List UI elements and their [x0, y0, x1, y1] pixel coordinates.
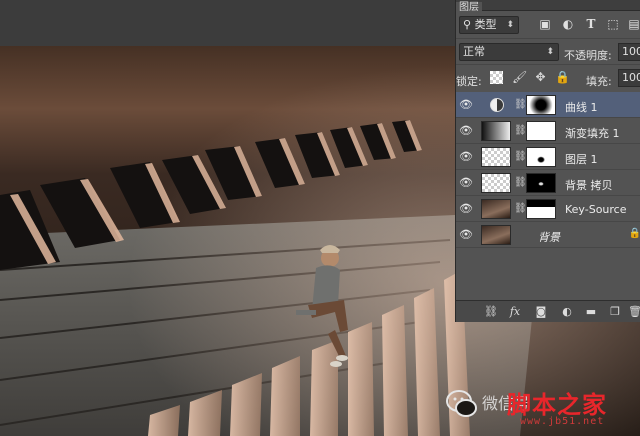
fill-label: 填充:: [586, 75, 612, 88]
lock-icon: 🔒: [628, 228, 640, 239]
chain-link-icon[interactable]: ⛓: [514, 125, 527, 136]
new-group-icon[interactable]: ▬: [584, 305, 598, 319]
filter-kind-label: 类型: [474, 18, 497, 31]
blend-mode-value: 正常: [463, 45, 485, 58]
options-bar-background: [0, 0, 455, 46]
layer-name: 曲线 1: [565, 101, 598, 114]
layer-thumbnail[interactable]: [481, 173, 511, 193]
lock-position-icon[interactable]: ✥: [534, 71, 547, 84]
blend-mode-select[interactable]: 正常 ⬍: [459, 43, 559, 61]
layers-panel-footer: ⛓ fx ◙ ◐ ▬ ❐ 🗑: [456, 300, 640, 322]
shape-filter-icon[interactable]: ⬚: [606, 17, 620, 31]
eye-icon[interactable]: 👁: [459, 98, 473, 112]
layer-thumbnail[interactable]: [481, 199, 511, 219]
chevron-down-icon: ⬍: [506, 20, 514, 30]
eye-icon[interactable]: 👁: [459, 150, 473, 164]
layer-name: 背景: [538, 231, 560, 244]
eye-icon[interactable]: 👁: [459, 228, 473, 242]
fx-icon[interactable]: fx: [508, 305, 522, 319]
image-filter-icon[interactable]: ▣: [538, 17, 552, 31]
chevron-down-icon: ⬍: [546, 47, 554, 57]
delete-layer-icon[interactable]: 🗑: [628, 305, 640, 319]
layers-panel[interactable]: 图层 ⚲ 类型 ⬍ ▣ ◐ T ⬚ ▤ 正常 ⬍ 不透明度: 100 锁定: 🖌…: [455, 0, 640, 322]
blend-row: 正常 ⬍ 不透明度: 100: [456, 38, 640, 64]
layer-row-layer1[interactable]: 👁 ⛓ 图层 1: [456, 144, 640, 170]
type-filter-icon[interactable]: T: [584, 17, 598, 31]
add-mask-icon[interactable]: ◙: [534, 305, 548, 319]
layer-name: 背景 拷贝: [565, 179, 613, 192]
opacity-field[interactable]: 100: [618, 43, 640, 61]
eye-icon[interactable]: 👁: [459, 176, 473, 190]
smart-object-filter-icon[interactable]: ▤: [627, 17, 640, 31]
eye-icon[interactable]: 👁: [459, 202, 473, 216]
wechat-logo-icon: [446, 390, 477, 417]
eye-icon[interactable]: 👁: [459, 124, 473, 138]
layer-thumbnail[interactable]: [481, 147, 511, 167]
layer-row-background-copy[interactable]: 👁 ⛓ 背景 拷贝: [456, 170, 640, 196]
layer-mask-thumbnail[interactable]: [526, 199, 556, 219]
layer-row-background[interactable]: 👁 背景 🔒: [456, 222, 640, 248]
adjustment-filter-icon[interactable]: ◐: [561, 17, 575, 31]
layer-row-gradient-fill[interactable]: 👁 ⛓ 渐变填充 1: [456, 118, 640, 144]
lock-brush-icon[interactable]: 🖌: [512, 71, 527, 84]
layer-filter-row: ⚲ 类型 ⬍ ▣ ◐ T ⬚ ▤: [456, 12, 640, 38]
opacity-label: 不透明度:: [564, 49, 612, 62]
watermark-site-name: 脚本之家: [507, 390, 607, 419]
layer-row-key-source[interactable]: 👁 ⛓ Key-Source: [456, 196, 640, 222]
layer-mask-thumbnail[interactable]: [526, 121, 556, 141]
lock-all-icon[interactable]: 🔒: [555, 71, 570, 84]
layer-mask-thumbnail[interactable]: [526, 147, 556, 167]
watermark-url: www.jb51.net: [520, 416, 605, 427]
fill-field[interactable]: 100: [618, 69, 640, 87]
lock-label: 锁定:: [456, 75, 482, 88]
new-adjustment-icon[interactable]: ◐: [560, 305, 574, 319]
chain-link-icon[interactable]: ⛓: [514, 99, 527, 110]
layer-mask-thumbnail[interactable]: [526, 173, 556, 193]
layer-name: Key-Source: [565, 203, 627, 216]
layer-thumbnail[interactable]: [481, 225, 511, 245]
gradient-thumbnail[interactable]: [481, 121, 511, 141]
layers-list: 👁 ⛓ 曲线 1 👁 ⛓ 渐变填充 1 👁 ⛓ 图层 1 👁 ⛓ 背景 拷贝 👁…: [456, 92, 640, 248]
curves-adjustment-icon: [490, 98, 504, 112]
lock-row: 锁定: 🖌 ✥ 🔒 填充: 100: [456, 64, 640, 90]
link-layers-icon[interactable]: ⛓: [484, 305, 498, 319]
chain-link-icon[interactable]: ⛓: [514, 203, 527, 214]
search-icon: ⚲: [463, 18, 472, 31]
new-layer-icon[interactable]: ❐: [608, 305, 622, 319]
filter-kind-select[interactable]: ⚲ 类型 ⬍: [459, 16, 519, 34]
layer-row-curves[interactable]: 👁 ⛓ 曲线 1: [456, 92, 640, 118]
layer-name: 渐变填充 1: [565, 127, 620, 140]
lock-transparency-icon[interactable]: [490, 71, 503, 84]
chain-link-icon[interactable]: ⛓: [514, 151, 527, 162]
chain-link-icon[interactable]: ⛓: [514, 177, 527, 188]
layer-name: 图层 1: [565, 153, 598, 166]
layer-mask-thumbnail[interactable]: [526, 95, 556, 115]
